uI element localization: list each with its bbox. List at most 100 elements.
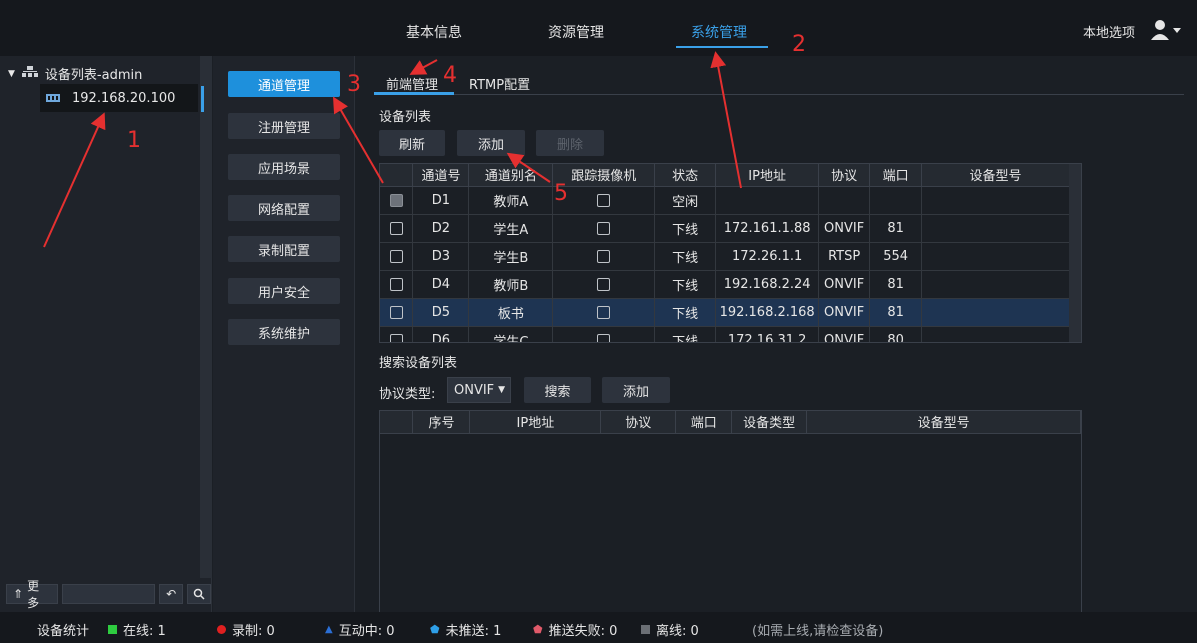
tab-frontend-management[interactable]: 前端管理 [386, 74, 438, 93]
pentagon-icon: ⬟ [430, 623, 440, 636]
row-checkbox[interactable] [389, 221, 403, 235]
offline-square-icon [641, 625, 650, 634]
tab-divider [374, 94, 1184, 95]
menu-user-security[interactable]: 用户安全 [228, 278, 340, 304]
tracking-checkbox[interactable] [597, 333, 611, 342]
status-online-text: 在线: 1 [123, 624, 166, 639]
tree-toolbar: ⇑ 更多 ↶ [6, 579, 211, 610]
cell-protocol: ONVIF [818, 298, 871, 327]
tree-device-node[interactable]: 192.168.20.100 [40, 84, 198, 112]
cell-protocol: RTSP [818, 242, 871, 271]
table-row[interactable]: D6 学生C 下线 172.16.31.2 ONVIF 80 [380, 326, 1070, 342]
cell-channel: D5 [412, 298, 470, 327]
more-button[interactable]: ⇑ 更多 [6, 579, 58, 610]
col-channel-alias[interactable]: 通道别名 [468, 164, 554, 187]
menu-network-config[interactable]: 网络配置 [228, 195, 340, 221]
table-row[interactable]: D2 学生A 下线 172.161.1.88 ONVIF 81 [380, 214, 1070, 243]
search-table-header: 序号 IP地址 协议 端口 设备类型 设备型号 [380, 411, 1081, 434]
tree-scrollbar[interactable] [200, 56, 212, 578]
protocol-type-value: ONVIF [454, 382, 495, 398]
col-port[interactable]: 端口 [675, 411, 733, 434]
tab-rtmp-config[interactable]: RTMP配置 [469, 74, 530, 93]
tracking-checkbox[interactable] [597, 277, 611, 291]
protocol-type-select[interactable]: ONVIF ▼ [447, 377, 511, 403]
annotation-label-2: 2 [792, 32, 806, 57]
row-checkbox[interactable] [389, 277, 403, 291]
cell-status: 下线 [654, 242, 717, 271]
undo-icon: ↶ [166, 587, 177, 601]
cell-model [921, 270, 1070, 299]
cell-channel: D2 [412, 214, 470, 243]
table-row[interactable]: D3 学生B 下线 172.26.1.1 RTSP 554 [380, 242, 1070, 271]
col-device-type[interactable]: 设备类型 [731, 411, 808, 434]
col-index[interactable]: 序号 [412, 411, 471, 434]
refresh-button[interactable]: 刷新 [379, 130, 445, 156]
status-bar: 设备统计 在线: 1 录制: 0 ▲ 互动中: 0 ⬟ 未推送: 1 ⬟ 推送失败: … [0, 612, 1197, 643]
col-status[interactable]: 状态 [654, 164, 717, 187]
table-row[interactable]: D1 教师A 空闲 [380, 186, 1070, 215]
tree-scrollbar-thumb[interactable] [201, 86, 204, 112]
status-recording-text: 录制: 0 [232, 624, 275, 639]
row-checkbox[interactable] [389, 333, 403, 342]
table-row-selected[interactable]: D5 板书 下线 192.168.2.168 ONVIF 81 [380, 298, 1070, 327]
col-select [380, 164, 414, 187]
row-checkbox[interactable] [389, 305, 403, 319]
undo-button[interactable]: ↶ [159, 584, 184, 604]
col-device-model[interactable]: 设备型号 [921, 164, 1070, 187]
local-options-link[interactable]: 本地选项 [1083, 22, 1135, 41]
device-list-icon [21, 65, 39, 83]
row-checkbox[interactable] [389, 249, 403, 263]
nav-resource-management[interactable]: 资源管理 [548, 22, 604, 42]
more-label: 更多 [27, 579, 40, 610]
col-protocol[interactable]: 协议 [818, 164, 871, 187]
cell-alias: 教师A [468, 186, 554, 215]
menu-channel-management[interactable]: 通道管理 [228, 71, 340, 97]
tracking-checkbox[interactable] [597, 221, 611, 235]
tracking-checkbox[interactable] [597, 249, 611, 263]
menu-registration-management[interactable]: 注册管理 [228, 113, 340, 139]
cell-alias: 学生C [468, 326, 554, 342]
menu-recording-config[interactable]: 录制配置 [228, 236, 340, 262]
search-icon [193, 588, 205, 600]
col-device-model[interactable]: 设备型号 [806, 411, 1081, 434]
user-menu-icon[interactable] [1150, 18, 1182, 42]
tree-root[interactable]: ▼ 设备列表-admin [8, 64, 142, 83]
nav-system-management[interactable]: 系统管理 [691, 22, 747, 42]
device-node-label: 192.168.20.100 [72, 90, 176, 106]
tracking-checkbox[interactable] [597, 305, 611, 319]
row-checkbox[interactable] [389, 193, 403, 207]
device-node-icon [46, 91, 60, 106]
table-row[interactable]: D4 教师B 下线 192.168.2.24 ONVIF 81 [380, 270, 1070, 299]
search-button[interactable] [187, 584, 211, 604]
status-interacting-text: 互动中: 0 [338, 624, 395, 639]
tracking-checkbox[interactable] [597, 193, 611, 207]
protocol-type-label: 协议类型: [379, 387, 436, 402]
status-push-failed-text: 推送失败: 0 [548, 624, 618, 639]
col-channel-no[interactable]: 通道号 [412, 164, 470, 187]
add-searched-device-button[interactable]: 添加 [602, 377, 670, 403]
cell-ip: 172.161.1.88 [715, 214, 820, 243]
expand-arrow-icon[interactable]: ▼ [8, 69, 15, 79]
cell-port: 81 [869, 214, 923, 243]
col-protocol[interactable]: 协议 [600, 411, 677, 434]
cell-alias: 板书 [468, 298, 554, 327]
menu-system-maintenance[interactable]: 系统维护 [228, 319, 340, 345]
cell-ip: 192.168.2.168 [715, 298, 820, 327]
add-device-button[interactable]: 添加 [457, 130, 525, 156]
search-devices-button[interactable]: 搜索 [524, 377, 591, 403]
col-tracking-camera[interactable]: 跟踪摄像机 [552, 164, 656, 187]
menu-application-scene[interactable]: 应用场景 [228, 154, 340, 180]
col-ip-address[interactable]: IP地址 [469, 411, 602, 434]
cell-status: 空闲 [654, 186, 717, 215]
system-menu-panel: 通道管理 注册管理 应用场景 网络配置 录制配置 用户安全 系统维护 [213, 56, 355, 612]
cell-port: 81 [869, 298, 923, 327]
tree-search-input[interactable] [61, 584, 156, 604]
device-table-scrollbar[interactable] [1069, 164, 1081, 342]
delete-device-button[interactable]: 删除 [536, 130, 604, 156]
col-port[interactable]: 端口 [869, 164, 923, 187]
active-tab-underline [374, 92, 454, 95]
nav-basic-info[interactable]: 基本信息 [406, 22, 462, 42]
col-ip-address[interactable]: IP地址 [715, 164, 820, 187]
device-list-title: 设备列表 [379, 110, 432, 125]
annotation-label-3: 3 [347, 72, 361, 97]
